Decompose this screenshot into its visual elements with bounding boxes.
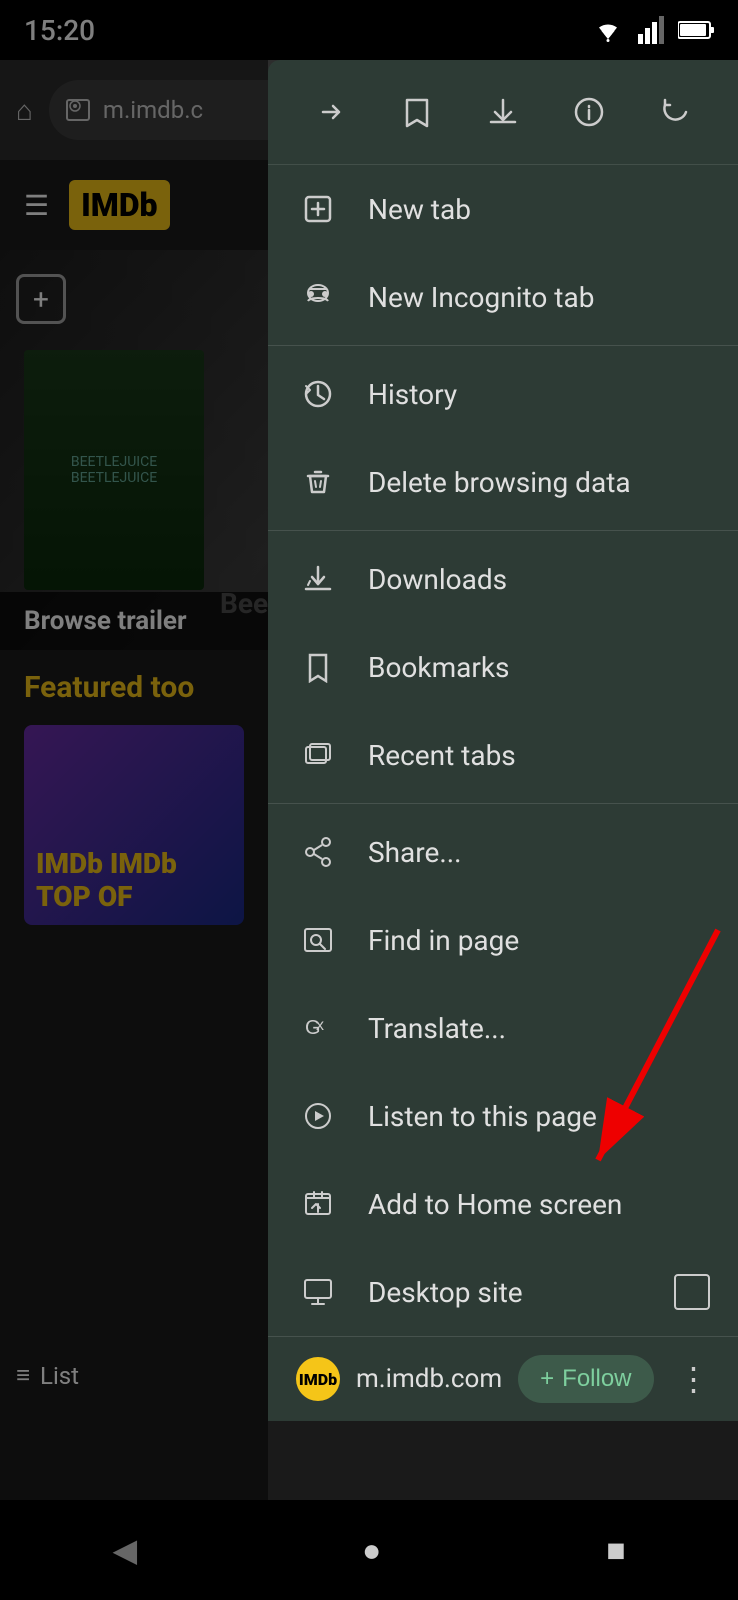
forward-button[interactable] bbox=[303, 84, 359, 140]
add-home-icon bbox=[296, 1182, 340, 1226]
svg-text:x: x bbox=[316, 1017, 324, 1034]
share-label: Share... bbox=[368, 836, 462, 869]
history-icon bbox=[296, 372, 340, 416]
share-icon bbox=[296, 830, 340, 874]
signal-icon bbox=[638, 16, 666, 44]
desktop-icon bbox=[296, 1270, 340, 1314]
download-button[interactable] bbox=[475, 84, 531, 140]
follow-label: Follow bbox=[562, 1365, 631, 1393]
find-icon bbox=[296, 918, 340, 962]
menu-item-new-tab[interactable]: New tab bbox=[268, 165, 738, 253]
status-icons bbox=[590, 16, 714, 44]
menu-item-add-home[interactable]: Add to Home screen bbox=[268, 1160, 738, 1248]
history-label: History bbox=[368, 378, 457, 411]
menu-item-share[interactable]: Share... bbox=[268, 808, 738, 896]
bookmarks-label: Bookmarks bbox=[368, 651, 510, 684]
desktop-label: Desktop site bbox=[368, 1276, 523, 1309]
dim-overlay bbox=[0, 0, 268, 1600]
listen-label: Listen to this page bbox=[368, 1100, 597, 1133]
delete-icon bbox=[296, 460, 340, 504]
home-nav-button[interactable]: ● bbox=[362, 1531, 381, 1569]
menu-item-recent-tabs[interactable]: Recent tabs bbox=[268, 711, 738, 799]
desktop-left: Desktop site bbox=[296, 1270, 523, 1314]
menu-item-translate[interactable]: G x Translate... bbox=[268, 984, 738, 1072]
battery-icon bbox=[678, 20, 714, 40]
menu-item-bookmarks[interactable]: Bookmarks bbox=[268, 623, 738, 711]
translate-label: Translate... bbox=[368, 1012, 506, 1045]
more-button[interactable]: ⋮ bbox=[670, 1360, 718, 1398]
incognito-label: New Incognito tab bbox=[368, 281, 594, 314]
site-favicon: IMDb bbox=[296, 1357, 340, 1401]
menu-item-delete[interactable]: Delete browsing data bbox=[268, 438, 738, 526]
recent-tabs-icon bbox=[296, 733, 340, 777]
divider-2 bbox=[268, 530, 738, 531]
site-info-bar: IMDb m.imdb.com + Follow ⋮ bbox=[268, 1336, 738, 1421]
desktop-checkbox[interactable] bbox=[674, 1274, 710, 1310]
translate-icon: G x bbox=[296, 1006, 340, 1050]
menu-item-find[interactable]: Find in page bbox=[268, 896, 738, 984]
downloads-icon bbox=[296, 557, 340, 601]
menu-item-desktop[interactable]: Desktop site bbox=[268, 1248, 738, 1336]
follow-button[interactable]: + Follow bbox=[518, 1355, 653, 1403]
bookmarks-icon bbox=[296, 645, 340, 689]
incognito-icon bbox=[296, 275, 340, 319]
new-tab-label: New tab bbox=[368, 193, 471, 226]
bookmark-button[interactable] bbox=[389, 84, 445, 140]
menu-item-incognito[interactable]: New Incognito tab bbox=[268, 253, 738, 341]
site-url: m.imdb.com bbox=[356, 1364, 502, 1394]
recents-button[interactable]: ■ bbox=[606, 1531, 625, 1569]
downloads-label: Downloads bbox=[368, 563, 507, 596]
info-button[interactable] bbox=[561, 84, 617, 140]
divider-3 bbox=[268, 803, 738, 804]
find-label: Find in page bbox=[368, 924, 519, 957]
listen-icon bbox=[296, 1094, 340, 1138]
follow-plus: + bbox=[540, 1365, 554, 1393]
menu-item-listen[interactable]: Listen to this page bbox=[268, 1072, 738, 1160]
recent-tabs-label: Recent tabs bbox=[368, 739, 516, 772]
menu-toolbar bbox=[268, 60, 738, 165]
new-tab-icon bbox=[296, 187, 340, 231]
wifi-icon bbox=[590, 17, 626, 43]
add-home-label: Add to Home screen bbox=[368, 1188, 622, 1221]
menu-item-history[interactable]: History bbox=[268, 350, 738, 438]
divider-1 bbox=[268, 345, 738, 346]
menu-item-downloads[interactable]: Downloads bbox=[268, 535, 738, 623]
delete-label: Delete browsing data bbox=[368, 466, 631, 499]
chrome-menu: New tab New Incognito tab History bbox=[268, 60, 738, 1421]
refresh-button[interactable] bbox=[647, 84, 703, 140]
